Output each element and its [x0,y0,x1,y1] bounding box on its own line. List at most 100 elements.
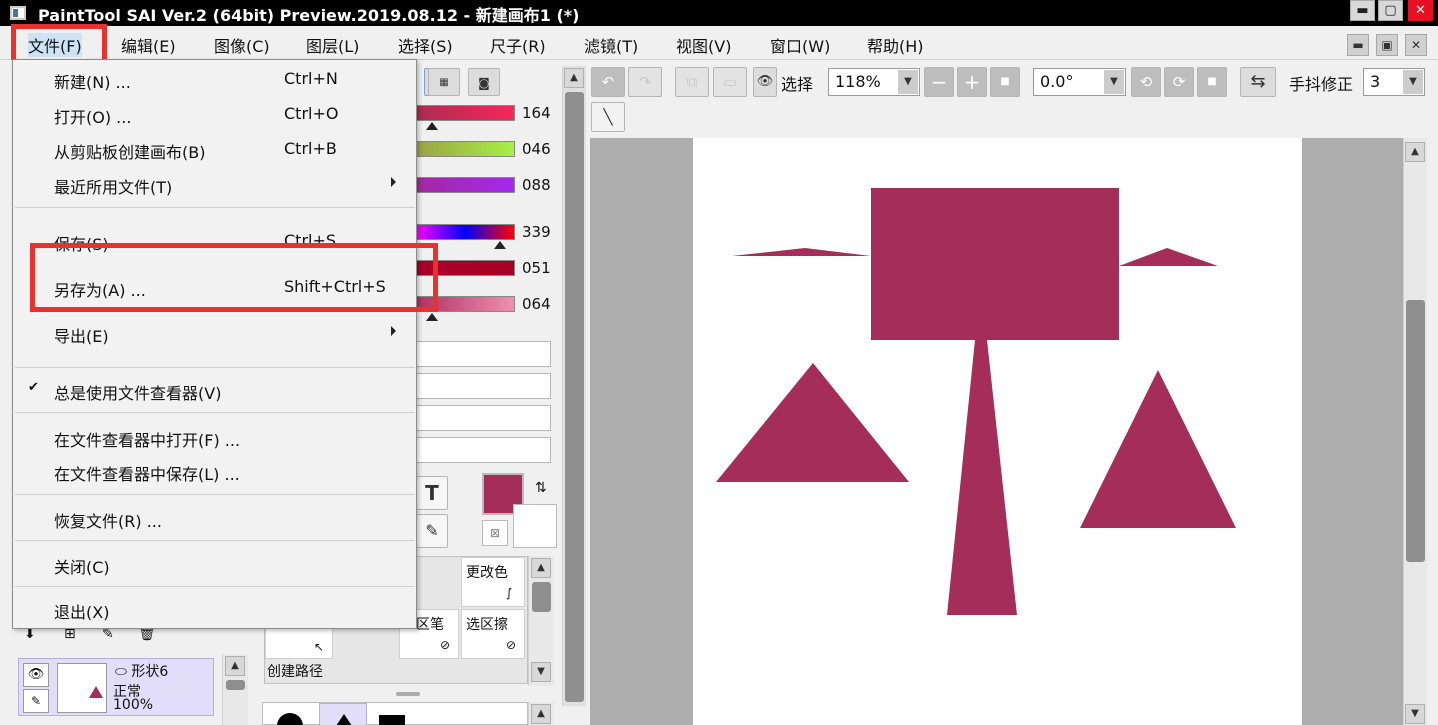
green-slider[interactable] [415,141,515,157]
menu-item-new-from-clipboard[interactable]: 从剪贴板创建画布(B) Ctrl+B [13,134,416,164]
minimize-button[interactable]: ▬ [1350,0,1375,21]
menu-select[interactable]: 选择(S) [398,33,453,57]
green-value[interactable]: 046 [522,140,551,158]
menu-separator [15,494,415,495]
rotation-select[interactable]: 0.0° ▼ [1033,68,1126,96]
saturation-value[interactable]: 051 [522,259,551,277]
scroll-up-arrow[interactable]: ▲ [531,558,551,578]
menu-window[interactable]: 窗口(W) [770,33,830,57]
blue-slider[interactable] [415,177,515,193]
scroll-thumb[interactable] [532,582,551,612]
secondary-color-swatch[interactable] [513,504,557,548]
brush-shape-grid [262,702,528,725]
menu-item-export[interactable]: 导出(E) [13,318,416,348]
panel-splitter[interactable] [396,692,420,696]
stabilizer-select[interactable]: 3 ▼ [1363,68,1425,96]
zoom-out-button[interactable]: − [924,67,954,97]
menu-view[interactable]: 视图(V) [676,33,731,57]
palette-view-icon[interactable]: ◙ [468,68,500,96]
menu-help[interactable]: 帮助(H) [867,33,924,57]
value-slider-thumb[interactable] [426,313,438,321]
red-slider-thumb[interactable] [426,122,438,130]
red-slider[interactable] [415,105,515,121]
create-path-label[interactable]: 创建路径 [267,661,323,681]
scroll-thumb[interactable] [1406,300,1425,562]
canvas-viewport[interactable] [590,138,1403,725]
zoom-in-button[interactable]: + [957,67,987,97]
scroll-thumb[interactable] [226,680,245,690]
flip-horizontal-button[interactable]: ⇆ [1240,67,1276,97]
palette-slot[interactable] [415,437,551,463]
menu-item-exit[interactable]: 退出(X) [13,594,416,624]
scroll-down-arrow[interactable]: ▼ [531,662,551,682]
scroll-up-arrow[interactable]: ▲ [1405,142,1425,162]
hue-value[interactable]: 339 [522,223,551,241]
rotate-cw-button[interactable]: ⟳ [1164,67,1194,97]
menu-item-restore-file[interactable]: 恢复文件(R) ... [13,503,416,533]
mdi-close-button[interactable]: ✕ [1405,34,1427,56]
menu-item-label: 从剪贴板创建画布(B) [54,143,206,162]
value-value[interactable]: 064 [522,295,551,313]
palette-slot[interactable] [415,405,551,431]
palette-slot[interactable] [415,373,551,399]
brush-scrollbar[interactable]: ▲ [528,702,554,725]
grid-view-icon[interactable]: ▦ [428,68,460,96]
panel-scrollbar[interactable]: ▲ [562,66,586,706]
canvas[interactable] [693,138,1302,725]
swap-colors-icon[interactable]: ⇅ [535,480,547,496]
clear-icon[interactable]: ▭ [713,67,747,97]
menu-ruler[interactable]: 尺子(R) [490,33,546,57]
layer-scrollbar[interactable]: ▲ [222,654,248,725]
menu-layer[interactable]: 图层(L) [306,33,359,57]
marquee-eraser-tool[interactable]: 选区擦 ⊘ [461,609,525,659]
hue-slider-thumb[interactable] [494,241,506,249]
close-button[interactable]: ✕ [1408,0,1433,21]
selection-visibility-eye-icon[interactable]: 👁 [753,67,777,97]
menu-item-close[interactable]: 关闭(C) [13,549,416,579]
circle-brush-icon[interactable] [277,713,303,725]
triangle-brush-slot[interactable] [319,703,367,725]
menu-image[interactable]: 图像(C) [214,33,270,57]
cursor-icon: ↖ [314,640,325,654]
menu-item-open-in-file-viewer[interactable]: 在文件查看器中打开(F) ... [13,422,416,452]
change-color-tool[interactable]: 更改色 ∫ [461,557,525,607]
mdi-restore-button[interactable]: ▣ [1376,34,1398,56]
square-brush-icon[interactable] [379,715,405,725]
tool-scrollbar[interactable]: ▲ ▼ [528,556,554,686]
visibility-eye-icon[interactable]: 👁 [23,663,49,687]
scroll-down-arrow[interactable]: ▼ [1405,704,1425,724]
deselect-icon[interactable]: ⧉ [675,67,709,97]
menu-item-open[interactable]: 打开(O) ... Ctrl+O [13,99,416,129]
chevron-down-icon: ▼ [1403,70,1423,94]
redo-button[interactable]: ↷ [628,67,662,97]
undo-button[interactable]: ↶ [591,67,625,97]
canvas-vertical-scrollbar[interactable]: ▲ ▼ [1403,138,1427,725]
menu-item-always-use-file-viewer[interactable]: ✔ 总是使用文件查看器(V) [13,375,416,405]
menu-item-save-in-file-viewer[interactable]: 在文件查看器中保存(L) ... [13,456,416,486]
eyedropper-icon[interactable]: ✎ [416,514,448,548]
scroll-up-arrow[interactable]: ▲ [564,68,584,88]
red-value[interactable]: 164 [522,104,551,122]
stabilizer-label: 手抖修正 [1289,75,1354,94]
scroll-thumb[interactable] [565,92,584,702]
rotate-ccw-button[interactable]: ⟲ [1131,67,1161,97]
transparent-color-icon[interactable]: ⊠ [482,520,508,546]
menu-filter[interactable]: 滤镜(T) [584,33,638,57]
mdi-minimize-button[interactable]: ▬ [1347,34,1369,56]
menu-item-recent-files[interactable]: 最近所用文件(T) [13,169,416,199]
zoom-reset-button[interactable]: ■ [990,67,1020,97]
pen-lock-icon[interactable]: ✎ [23,689,49,713]
menu-edit[interactable]: 编辑(E) [121,33,176,57]
zoom-select[interactable]: 118% ▼ [828,68,920,96]
palette-slot[interactable] [415,341,551,367]
hue-slider[interactable] [415,224,515,240]
scroll-up-arrow[interactable]: ▲ [225,656,245,676]
text-tool-button[interactable]: T [416,476,448,510]
rotation-reset-button[interactable]: ■ [1197,67,1227,97]
scroll-up-arrow[interactable]: ▲ [531,704,551,724]
layer-item[interactable]: 👁 ✎ ⬭ 形状6 正常 100% [18,658,214,716]
menu-item-new[interactable]: 新建(N) ... Ctrl+N [13,64,416,94]
blue-value[interactable]: 088 [522,176,551,194]
maximize-button[interactable]: ▢ [1378,0,1403,21]
straight-line-button[interactable]: ╲ [591,102,625,132]
